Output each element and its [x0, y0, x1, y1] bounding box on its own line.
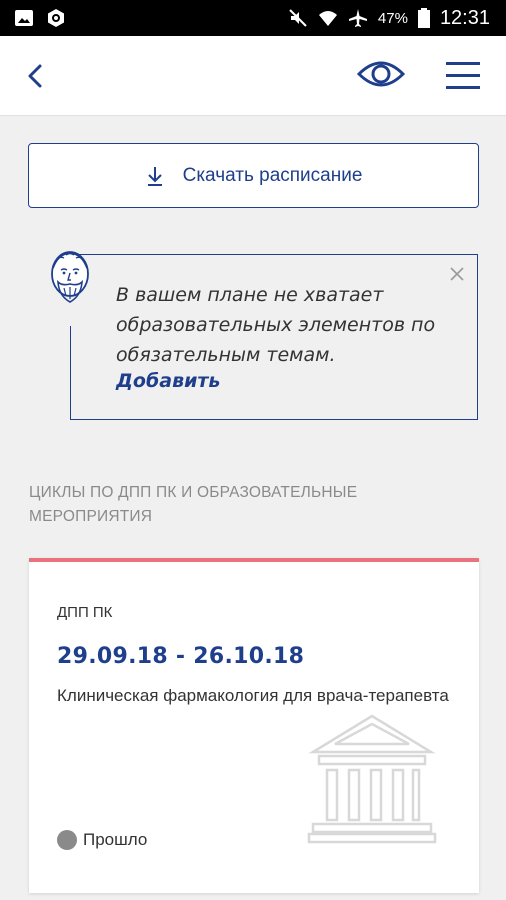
status-bar-left: [14, 8, 66, 28]
status-label: Прошло: [83, 830, 148, 849]
university-building-icon: [307, 714, 437, 844]
battery-percent: 47%: [377, 9, 408, 27]
status-indicator: [57, 830, 77, 850]
notice-border-left: [70, 326, 71, 420]
status-bar-right: 47% 12:31: [288, 4, 490, 32]
gallery-icon: [15, 10, 33, 26]
course-dates: 29.09.18 - 26.10.18: [57, 644, 305, 669]
notice-message: В вашем плане не хватает образовательных…: [116, 284, 436, 366]
status-bar: 47% 12:31: [0, 0, 506, 36]
eye-icon[interactable]: [356, 54, 406, 94]
airplane-icon: [348, 9, 367, 27]
section-title: ЦИКЛЫ ПО ДПП ПК И ОБРАЗОВАТЕЛЬНЫЕ МЕРОПР…: [29, 484, 358, 525]
wifi-icon: [318, 11, 337, 26]
download-icon: [147, 166, 162, 186]
settings-hex-icon: [48, 9, 64, 27]
app-bar: [0, 36, 506, 116]
battery-icon: [417, 8, 430, 28]
clock: 12:31: [439, 6, 490, 29]
course-status: Прошло: [57, 830, 147, 850]
missing-topics-notice: В вашем плане не хватает образовательных…: [44, 246, 484, 426]
hamburger-menu-icon[interactable]: [444, 58, 482, 94]
course-type: ДПП ПК: [57, 604, 113, 621]
scholar-avatar-icon: [51, 251, 89, 303]
course-card[interactable]: ДПП ПК 29.09.18 - 26.10.18 Клиническая ф…: [29, 558, 479, 893]
mute-icon: [289, 9, 307, 27]
chevron-left-icon[interactable]: [22, 58, 52, 94]
download-schedule-button[interactable]: Скачать расписание: [28, 143, 479, 208]
download-schedule-label: Скачать расписание: [182, 164, 363, 186]
course-title: Клиническая фармакология для врача-терап…: [57, 686, 449, 705]
add-link[interactable]: Добавить: [116, 370, 220, 392]
